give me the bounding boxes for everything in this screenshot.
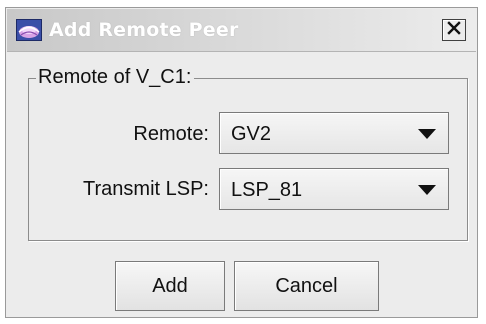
add-button[interactable]: Add bbox=[115, 261, 225, 311]
transmit-lsp-dropdown[interactable]: LSP_81 bbox=[219, 168, 449, 210]
group-legend: Remote of V_C1: bbox=[36, 66, 195, 89]
close-button[interactable] bbox=[442, 19, 466, 41]
remote-value: GV2 bbox=[231, 123, 272, 145]
remote-label: Remote: bbox=[133, 123, 209, 145]
remote-dropdown[interactable]: GV2 bbox=[219, 112, 449, 154]
title-bar[interactable]: Add Remote Peer bbox=[7, 9, 476, 52]
transmit-lsp-value: LSP_81 bbox=[231, 179, 303, 201]
globe-icon bbox=[16, 19, 42, 41]
transmit-lsp-label: Transmit LSP: bbox=[83, 178, 209, 200]
close-icon bbox=[447, 20, 461, 40]
triangle-down-icon bbox=[418, 185, 436, 195]
window-title: Add Remote Peer bbox=[49, 19, 239, 41]
triangle-down-icon bbox=[418, 129, 436, 139]
dialog-window: Add Remote Peer Remote of V_C1: Remote: … bbox=[5, 7, 478, 318]
cancel-button[interactable]: Cancel bbox=[234, 261, 379, 311]
remote-group-box: Remote of V_C1: Remote: GV2 Transmit LSP… bbox=[28, 66, 468, 241]
